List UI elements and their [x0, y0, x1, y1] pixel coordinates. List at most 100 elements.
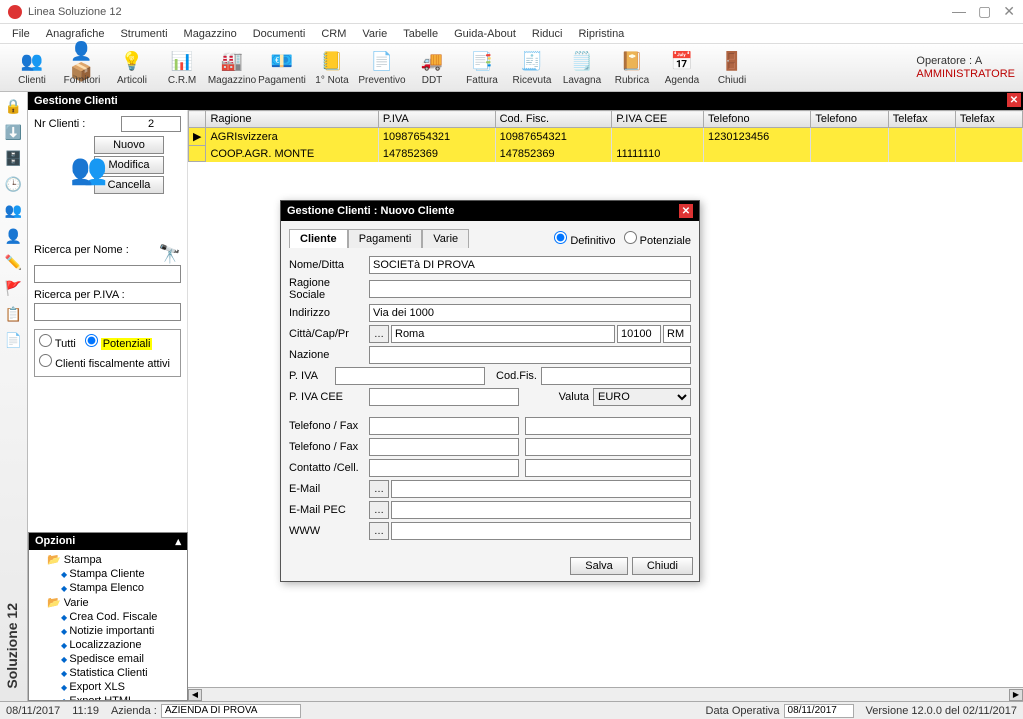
vtool-5-icon[interactable]: 👤: [4, 226, 24, 246]
input-emailpec[interactable]: [391, 501, 691, 519]
toolbar-preventivo[interactable]: 📄Preventivo: [358, 46, 406, 90]
input-piva[interactable]: [335, 367, 485, 385]
horizontal-scrollbar[interactable]: ◀ ▶: [188, 687, 1023, 701]
toolbar-clienti[interactable]: 👥Clienti: [8, 46, 56, 90]
azienda-field[interactable]: [161, 704, 301, 718]
ricerca-piva-input[interactable]: [34, 303, 181, 321]
dataop-field[interactable]: [784, 704, 854, 718]
col-header[interactable]: P.IVA CEE: [612, 111, 704, 128]
tab-varie[interactable]: Varie: [422, 229, 469, 248]
input-pivacee[interactable]: [369, 388, 519, 406]
menu-guida-about[interactable]: Guida-About: [448, 26, 522, 42]
menu-varie[interactable]: Varie: [356, 26, 393, 42]
radio-tutti[interactable]: Tutti: [39, 334, 76, 350]
input-tel1[interactable]: [369, 417, 519, 435]
input-indirizzo[interactable]: [369, 304, 691, 322]
tree-leaf[interactable]: Export XLS: [33, 680, 183, 694]
table-row[interactable]: ▶AGRIsvizzera109876543211098765432112301…: [189, 128, 1023, 146]
lookup-www-button[interactable]: …: [369, 522, 389, 540]
radio-potenziale[interactable]: Potenziale: [624, 231, 691, 247]
vtool-2-icon[interactable]: 🗄️: [4, 148, 24, 168]
minimize-button[interactable]: —: [952, 3, 966, 20]
input-fax2[interactable]: [525, 438, 691, 456]
menu-magazzino[interactable]: Magazzino: [178, 26, 243, 42]
salva-button[interactable]: Salva: [570, 557, 628, 575]
input-codfis[interactable]: [541, 367, 691, 385]
menu-documenti[interactable]: Documenti: [247, 26, 312, 42]
col-header[interactable]: P.IVA: [378, 111, 495, 128]
toolbar-articoli[interactable]: 💡Articoli: [108, 46, 156, 90]
chiudi-button[interactable]: Chiudi: [632, 557, 693, 575]
toolbar-chiudi[interactable]: 🚪Chiudi: [708, 46, 756, 90]
col-header[interactable]: Telefax: [955, 111, 1022, 128]
maximize-button[interactable]: ▢: [978, 3, 991, 20]
menu-file[interactable]: File: [6, 26, 36, 42]
vtool-4-icon[interactable]: 👥: [4, 200, 24, 220]
dialog-close-icon[interactable]: ✕: [679, 204, 693, 218]
radio-definitivo[interactable]: Definitivo: [554, 231, 615, 247]
vtool-9-icon[interactable]: 📄: [4, 330, 24, 350]
col-header[interactable]: Telefono: [811, 111, 888, 128]
vtool-3-icon[interactable]: 🕒: [4, 174, 24, 194]
radio-potenziali[interactable]: Potenziali: [85, 334, 153, 350]
tree-leaf[interactable]: Localizzazione: [33, 638, 183, 652]
col-header[interactable]: Cod. Fisc.: [495, 111, 612, 128]
tab-pagamenti[interactable]: Pagamenti: [348, 229, 423, 248]
col-header[interactable]: Ragione: [206, 111, 378, 128]
collapse-icon[interactable]: ▴: [175, 535, 181, 548]
tree-folder[interactable]: Varie: [33, 595, 183, 610]
table-row[interactable]: COOP.AGR. MONTE1478523691478523691111111…: [189, 146, 1023, 162]
menu-strumenti[interactable]: Strumenti: [114, 26, 173, 42]
scroll-right-icon[interactable]: ▶: [1009, 689, 1023, 701]
menu-tabelle[interactable]: Tabelle: [397, 26, 444, 42]
vtool-6-icon[interactable]: ✏️: [4, 252, 24, 272]
input-tel2[interactable]: [369, 438, 519, 456]
vtool-7-icon[interactable]: 🚩: [4, 278, 24, 298]
input-ragione[interactable]: [369, 280, 691, 298]
lookup-citta-button[interactable]: …: [369, 325, 389, 343]
menu-anagrafiche[interactable]: Anagrafiche: [40, 26, 111, 42]
toolbar-lavagna[interactable]: 🗒️Lavagna: [558, 46, 606, 90]
toolbar-crm[interactable]: 📊C.R.M: [158, 46, 206, 90]
col-header[interactable]: Telefax: [888, 111, 955, 128]
lookup-email-button[interactable]: …: [369, 480, 389, 498]
toolbar-rubrica[interactable]: 📔Rubrica: [608, 46, 656, 90]
close-button[interactable]: ✕: [1003, 3, 1015, 20]
scroll-left-icon[interactable]: ◀: [188, 689, 202, 701]
toolbar-fattura[interactable]: 📑Fattura: [458, 46, 506, 90]
input-www[interactable]: [391, 522, 691, 540]
lookup-emailpec-button[interactable]: …: [369, 501, 389, 519]
toolbar-primanota[interactable]: 📒1° Nota: [308, 46, 356, 90]
input-nazione[interactable]: [369, 346, 691, 364]
menu-ripristina[interactable]: Ripristina: [572, 26, 630, 42]
input-nome[interactable]: [369, 256, 691, 274]
input-pr[interactable]: [663, 325, 691, 343]
select-valuta[interactable]: EURO: [593, 388, 691, 406]
tree-folder[interactable]: Stampa: [33, 552, 183, 567]
menu-crm[interactable]: CRM: [315, 26, 352, 42]
input-cell[interactable]: [525, 459, 691, 477]
radio-fiscali[interactable]: Clienti fiscalmente attivi: [39, 354, 170, 370]
menu-riduci[interactable]: Riduci: [526, 26, 569, 42]
input-fax1[interactable]: [525, 417, 691, 435]
tab-cliente[interactable]: Cliente: [289, 229, 348, 248]
toolbar-fornitori[interactable]: 👤📦Fornitori: [58, 46, 106, 90]
ricerca-nome-input[interactable]: [34, 265, 181, 283]
toolbar-ddt[interactable]: 🚚DDT: [408, 46, 456, 90]
toolbar-ricevuta[interactable]: 🧾Ricevuta: [508, 46, 556, 90]
panel-close-icon[interactable]: ✕: [1007, 93, 1021, 107]
toolbar-magazzino[interactable]: 🏭Magazzino: [208, 46, 256, 90]
tree-leaf[interactable]: Crea Cod. Fiscale: [33, 610, 183, 624]
tree-leaf[interactable]: Statistica Clienti: [33, 666, 183, 680]
tree-leaf[interactable]: Spedisce email: [33, 652, 183, 666]
vtool-8-icon[interactable]: 📋: [4, 304, 24, 324]
vtool-0-icon[interactable]: 🔒: [4, 96, 24, 116]
col-header[interactable]: Telefono: [704, 111, 811, 128]
input-cap[interactable]: [617, 325, 661, 343]
binoculars-icon[interactable]: 🔭: [159, 244, 181, 265]
tree-leaf[interactable]: Stampa Elenco: [33, 581, 183, 595]
input-citta[interactable]: [391, 325, 615, 343]
input-contatto[interactable]: [369, 459, 519, 477]
input-email[interactable]: [391, 480, 691, 498]
tree-leaf[interactable]: Stampa Cliente: [33, 567, 183, 581]
